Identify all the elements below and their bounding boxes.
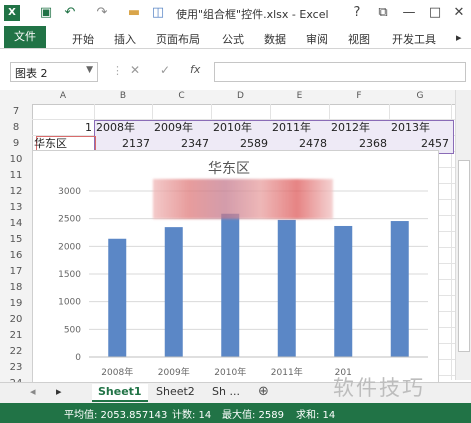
x-tick-label: 2009年: [158, 366, 190, 378]
cell-e8[interactable]: 2011年: [272, 120, 327, 136]
y-tick-label: 1500: [58, 270, 81, 280]
excel-logo-icon: X: [4, 5, 20, 21]
chevron-down-icon[interactable]: ▼: [86, 65, 93, 75]
row-header-10[interactable]: 10: [0, 152, 33, 168]
ribbon-display-button[interactable]: ⧉: [372, 4, 394, 22]
cell-c8[interactable]: 2009年: [154, 120, 209, 136]
minimize-button[interactable]: —: [398, 4, 420, 22]
row-header-7[interactable]: 7: [0, 104, 33, 120]
redo-icon[interactable]: ↷: [94, 5, 110, 21]
row-header-8[interactable]: 8: [0, 120, 33, 136]
next-sheet-button[interactable]: ▸: [50, 384, 68, 400]
cancel-icon[interactable]: ✕: [130, 63, 140, 77]
column-header-g[interactable]: G: [389, 91, 451, 101]
x-tick-label: 2008年: [101, 366, 133, 378]
name-box[interactable]: 图表 2 ▼: [10, 62, 98, 82]
row-header-19[interactable]: 19: [0, 296, 33, 312]
help-button[interactable]: ?: [346, 4, 368, 22]
save-icon[interactable]: ▣: [38, 5, 54, 21]
ribbon-scroll-right[interactable]: ▸: [456, 31, 462, 44]
bar[interactable]: [108, 238, 127, 357]
undo-icon[interactable]: ↶: [62, 5, 78, 21]
prev-sheet-button[interactable]: ◂: [24, 384, 42, 400]
column-header-c[interactable]: C: [152, 91, 211, 101]
cell-f8[interactable]: 2012年: [331, 120, 387, 136]
bar[interactable]: [164, 227, 183, 357]
maximize-button[interactable]: □: [424, 4, 446, 22]
cell-g8[interactable]: 2013年: [391, 120, 449, 136]
status-sum: 求和: 14: [296, 410, 336, 421]
row-header-17[interactable]: 17: [0, 264, 33, 280]
column-header-f[interactable]: F: [329, 91, 389, 101]
close-button[interactable]: ✕: [448, 4, 470, 22]
scrollbar-thumb[interactable]: [458, 160, 470, 352]
column-header-d[interactable]: D: [211, 91, 270, 101]
bar[interactable]: [277, 219, 296, 357]
tab-review[interactable]: 审阅: [306, 31, 328, 47]
window-title: 使用"组合框"控件.xlsx - Excel: [176, 8, 329, 21]
status-count: 计数: 14: [172, 410, 212, 421]
column-header-e[interactable]: E: [270, 91, 329, 101]
row-header-11[interactable]: 11: [0, 168, 33, 184]
bar[interactable]: [334, 225, 353, 357]
row-header-15[interactable]: 15: [0, 232, 33, 248]
preview-icon[interactable]: ◫: [150, 5, 166, 21]
formula-options-icon[interactable]: ⋮: [112, 64, 123, 77]
tab-insert[interactable]: 插入: [114, 31, 136, 47]
row-header-22[interactable]: 22: [0, 344, 33, 360]
x-tick-label: 2010年: [214, 366, 246, 378]
insert-function-icon[interactable]: fx: [190, 63, 200, 76]
cell-d8[interactable]: 2010年: [213, 120, 268, 136]
tab-page-layout[interactable]: 页面布局: [156, 31, 200, 47]
tab-home[interactable]: 开始: [72, 31, 94, 47]
cell-b8[interactable]: 2008年: [96, 120, 150, 136]
tab-formulas[interactable]: 公式: [222, 31, 244, 47]
row-header-18[interactable]: 18: [0, 280, 33, 296]
y-tick-label: 2000: [58, 242, 81, 252]
name-box-value: 图表 2: [15, 67, 48, 80]
row-header-16[interactable]: 16: [0, 248, 33, 264]
column-header-b[interactable]: B: [94, 91, 152, 101]
row-header-14[interactable]: 14: [0, 216, 33, 232]
blurred-overlay: [153, 179, 333, 219]
status-average: 平均值: 2053.857143: [64, 410, 168, 421]
row-header-23[interactable]: 23: [0, 360, 33, 376]
tab-data[interactable]: 数据: [264, 31, 286, 47]
sheet-tab[interactable]: Sh ...: [206, 384, 246, 400]
y-tick-label: 2500: [58, 215, 81, 225]
add-sheet-icon[interactable]: ⊕: [252, 384, 275, 400]
enter-icon[interactable]: ✓: [160, 63, 170, 77]
formula-input[interactable]: [214, 62, 466, 82]
x-tick-label: 2011年: [271, 366, 303, 378]
bar[interactable]: [221, 213, 240, 357]
column-header-a[interactable]: A: [32, 91, 94, 101]
bar[interactable]: [390, 221, 409, 357]
row-header-9[interactable]: 9: [0, 136, 33, 152]
y-tick-label: 500: [64, 325, 81, 335]
cell-a8[interactable]: 1: [34, 120, 92, 136]
sheet-tab[interactable]: Sheet2: [150, 384, 201, 400]
tab-view[interactable]: 视图: [348, 31, 370, 47]
row-header-21[interactable]: 21: [0, 328, 33, 344]
y-tick-label: 0: [75, 353, 81, 363]
open-folder-icon[interactable]: ▬: [126, 5, 142, 21]
y-tick-label: 1000: [58, 298, 81, 308]
watermark: 软件技巧: [333, 376, 425, 400]
sheet-tab-active[interactable]: Sheet1: [92, 384, 148, 402]
title-bar: X ▣ ↶ ↷ ▬ ◫ 使用"组合框"控件.xlsx - Excel ? ⧉ —…: [0, 0, 471, 26]
tab-file[interactable]: 文件: [4, 26, 46, 48]
y-tick-label: 3000: [58, 187, 81, 197]
row-header-20[interactable]: 20: [0, 312, 33, 328]
column-chart[interactable]: 华东区 0 500 1000 1500 2000 2500 3000 2008年 2009年 201…: [32, 150, 439, 384]
row-header-13[interactable]: 13: [0, 200, 33, 216]
row-header-12[interactable]: 12: [0, 184, 33, 200]
status-max: 最大值: 2589: [222, 410, 284, 421]
chart-title[interactable]: 华东区: [208, 161, 250, 177]
tab-developer[interactable]: 开发工具: [392, 31, 436, 47]
